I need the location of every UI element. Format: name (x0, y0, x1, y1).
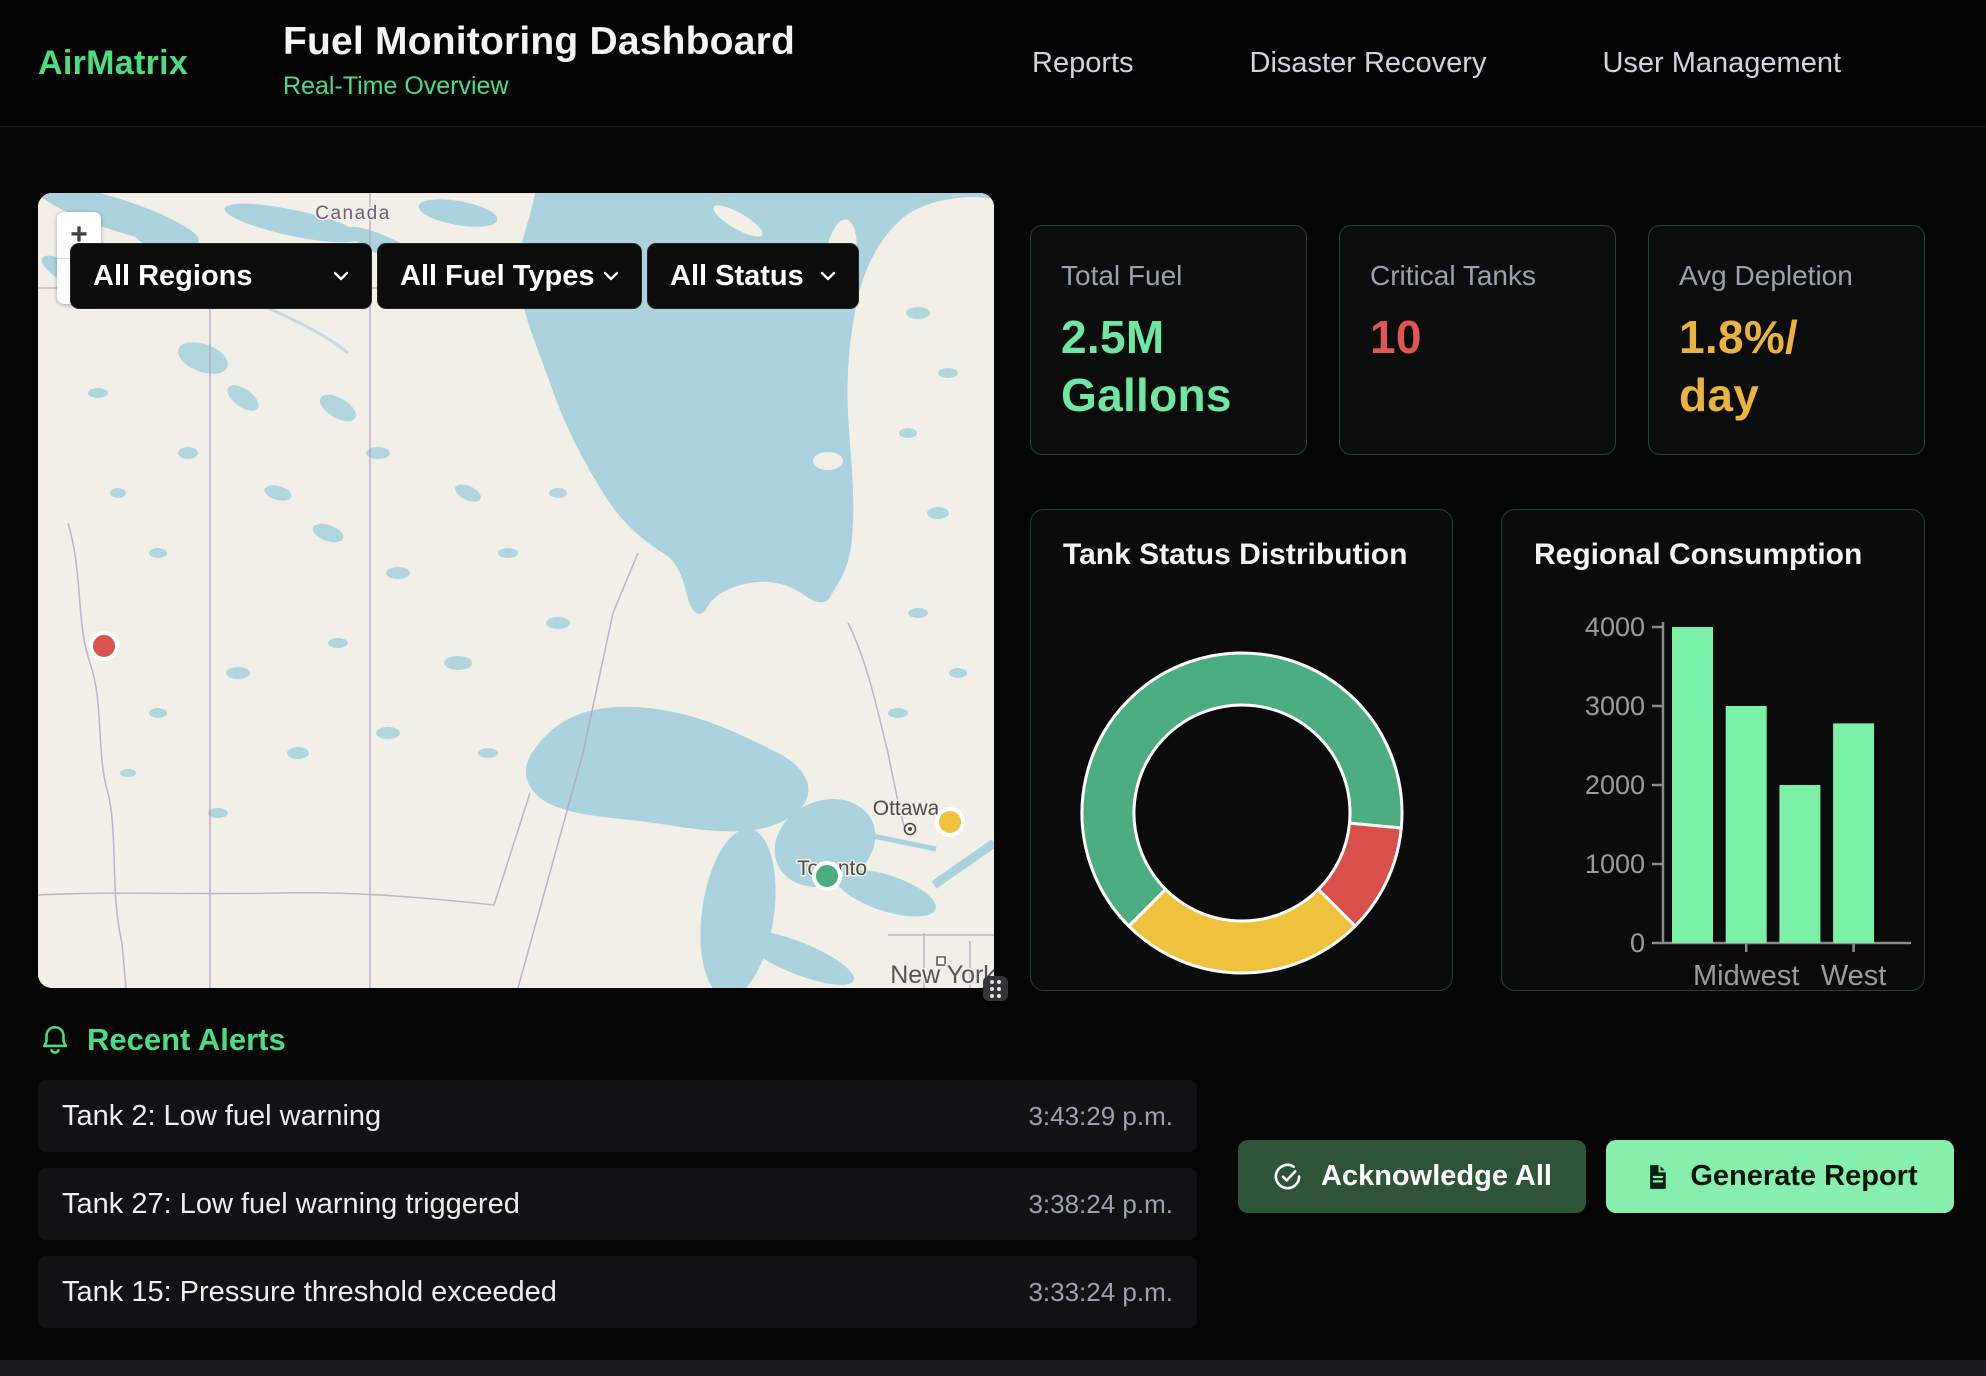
alerts-list: Tank 2: Low fuel warning3:43:29 p.m.Tank… (38, 1080, 1197, 1344)
x-tick-label-midwest: Midwest (1693, 960, 1799, 992)
tank-status-panel: Tank Status Distribution (1030, 509, 1453, 991)
filter-select-all-regions[interactable]: All Regions (70, 243, 372, 309)
chevron-down-icon (816, 264, 840, 288)
page-subtitle: Real-Time Overview (283, 72, 795, 101)
svg-text:0: 0 (1630, 928, 1645, 958)
map-label-canada: Canada (315, 203, 391, 224)
map-label-ottawa: Ottawa (873, 797, 940, 820)
map-panel[interactable]: Canada Ottawa Toronto New York + − All R… (38, 193, 994, 988)
stat-label: Critical Tanks (1370, 260, 1585, 292)
bell-icon (38, 1022, 72, 1058)
alert-text: Tank 2: Low fuel warning (62, 1100, 381, 1133)
stat-value: Gallons (1061, 366, 1276, 424)
map-resize-handle[interactable] (983, 976, 1008, 1001)
filter-value: All Fuel Types (400, 260, 594, 293)
nav-item-user-management[interactable]: User Management (1602, 47, 1841, 80)
alert-row[interactable]: Tank 2: Low fuel warning 3:43:29 p.m. (38, 1080, 1197, 1152)
bottom-bar (0, 1360, 1986, 1376)
bar-2 (1779, 785, 1820, 943)
map-label-new-york: New York (890, 961, 994, 988)
stat-label: Avg Depletion (1679, 260, 1894, 292)
alerts-heading-label: Recent Alerts (87, 1022, 286, 1058)
chevron-down-icon (599, 264, 623, 288)
header: AirMatrix Fuel Monitoring Dashboard Real… (0, 0, 1986, 127)
regional-consumption-bar-chart: 0 1000 2000 3000 4000 Midwest West (1502, 510, 1926, 992)
svg-text:2000: 2000 (1585, 770, 1645, 800)
header-nav: Reports Disaster Recovery User Management (1032, 0, 1841, 127)
svg-text:1000: 1000 (1585, 849, 1645, 879)
bar-3 (1833, 723, 1874, 943)
stat-value: 10 (1370, 308, 1585, 366)
stat-value: day (1679, 366, 1894, 424)
alert-text: Tank 27: Low fuel warning triggered (62, 1188, 520, 1221)
acknowledge-all-button[interactable]: Acknowledge All (1238, 1140, 1586, 1213)
alert-time: 3:38:24 p.m. (1028, 1189, 1173, 1220)
app-logo: AirMatrix (38, 0, 188, 127)
svg-text:3000: 3000 (1585, 691, 1645, 721)
normal-tank-marker[interactable] (812, 861, 842, 891)
stat-card-critical-tanks: Critical Tanks 10 (1339, 225, 1616, 455)
filter-value: All Status (670, 260, 804, 293)
donut-segment-warning (1129, 889, 1355, 973)
acknowledge-all-label: Acknowledge All (1321, 1160, 1552, 1193)
stat-card-avg-depletion: Avg Depletion 1.8%/day (1648, 225, 1925, 455)
chevron-down-icon (329, 264, 353, 288)
nav-item-disaster-recovery[interactable]: Disaster Recovery (1250, 47, 1487, 80)
alert-row[interactable]: Tank 27: Low fuel warning triggered 3:38:… (38, 1168, 1197, 1240)
alert-text: Tank 15: Pressure threshold exceeded (62, 1276, 557, 1309)
alert-time: 3:43:29 p.m. (1028, 1101, 1173, 1132)
screen: AirMatrix Fuel Monitoring Dashboard Real… (0, 0, 1986, 1376)
title-block: Fuel Monitoring Dashboard Real-Time Over… (283, 20, 795, 101)
tank-status-donut-chart (1031, 510, 1454, 992)
map-canvas: Canada Ottawa Toronto New York (38, 193, 994, 988)
bar-1 (1726, 706, 1767, 943)
generate-report-label: Generate Report (1690, 1160, 1917, 1193)
alerts-heading: Recent Alerts (38, 1022, 286, 1058)
generate-report-button[interactable]: Generate Report (1606, 1140, 1954, 1213)
stat-cards: Total Fuel 2.5MGallons Critical Tanks 10 Avg… (1030, 225, 1925, 455)
x-tick-label-west: West (1821, 960, 1887, 992)
stat-card-total-fuel: Total Fuel 2.5MGallons (1030, 225, 1307, 455)
stat-label: Total Fuel (1061, 260, 1276, 292)
bar-0 (1672, 627, 1713, 943)
filter-value: All Regions (93, 260, 253, 293)
filter-select-all-fuel-types[interactable]: All Fuel Types (377, 243, 642, 309)
map-filters: All Regions All Fuel Types All Status (70, 243, 859, 309)
svg-text:4000: 4000 (1585, 612, 1645, 642)
alert-row[interactable]: Tank 15: Pressure threshold exceeded 3:33… (38, 1256, 1197, 1328)
filter-select-all-status[interactable]: All Status (647, 243, 859, 309)
document-icon (1642, 1161, 1672, 1193)
nav-item-reports[interactable]: Reports (1032, 47, 1134, 80)
alert-time: 3:33:24 p.m. (1028, 1277, 1173, 1308)
stat-value: 1.8%/ (1679, 308, 1894, 366)
stat-value: 2.5M (1061, 308, 1276, 366)
warning-tank-marker[interactable] (935, 807, 965, 837)
page-title: Fuel Monitoring Dashboard (283, 20, 795, 64)
check-circle-icon (1272, 1161, 1303, 1192)
regional-consumption-panel: Regional Consumption 01000200030004000Mi… (1501, 509, 1925, 991)
critical-tank-marker[interactable] (89, 631, 119, 661)
